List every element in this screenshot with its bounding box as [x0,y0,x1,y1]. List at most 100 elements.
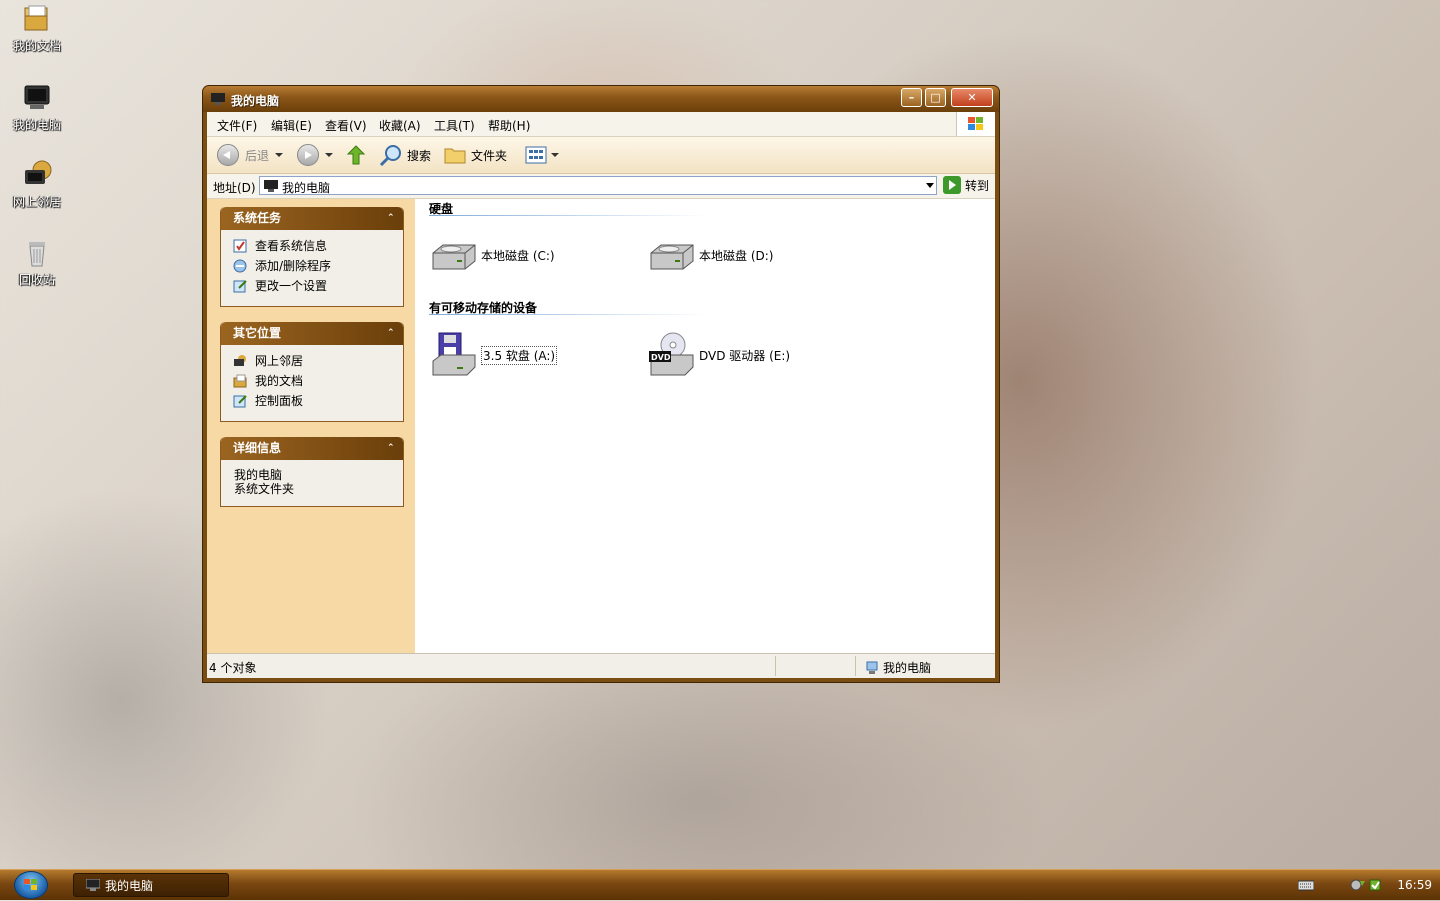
chevron-up-icon[interactable]: ⌃ [387,213,397,223]
group-divider [429,215,709,216]
drive-c[interactable]: 本地磁盘 (C:) [429,231,555,279]
details-type: 系统文件夹 [234,482,295,496]
place-link-network[interactable]: 网上邻居 [221,351,403,371]
go-label: 转到 [965,178,990,193]
desktop-icon-network[interactable]: 网上邻居 [6,160,68,210]
drive-label: DVD 驱动器 (E:) [699,348,791,363]
panel-title: 系统任务 [233,211,282,225]
menu-bar: 文件(F) 编辑(E) 查看(V) 收藏(A) 工具(T) 帮助(H) [207,112,995,137]
floppy-drive-icon [429,331,477,379]
go-arrow-icon [943,176,961,194]
task-link-label: 查看系统信息 [255,239,328,253]
system-tasks-panel: 系统任务 ⌃ 查看系统信息 添加/删除程序 更改一个设置 [220,207,404,307]
status-object-count: 4 个对象 [209,661,257,675]
drive-a[interactable]: 3.5 软盘 (A:) [429,331,558,379]
views-button[interactable] [525,143,559,167]
address-value: 我的电脑 [282,181,331,195]
content-area: 硬盘 本地磁盘 (C:) 本地磁盘 (D:) 有可移动存储的设备 3.5 软盘 … [415,199,995,654]
desktop-icon-label: 我的电脑 [12,118,61,132]
back-button[interactable]: 后退 [217,143,284,167]
desktop-icon-label: 我的文档 [12,39,61,53]
details-panel: 详细信息 ⌃ 我的电脑 系统文件夹 [220,437,404,507]
my-computer-icon [211,93,225,105]
my-computer-small-icon [866,661,878,674]
address-input[interactable]: 我的电脑 [259,176,937,195]
panel-header[interactable]: 其它位置 ⌃ [221,322,403,345]
menu-tools[interactable]: 工具(T) [434,117,475,134]
folder-icon [444,148,466,164]
system-info-icon [233,239,247,253]
task-link-add-remove[interactable]: 添加/删除程序 [221,256,403,276]
place-link-documents[interactable]: 我的文档 [221,371,403,391]
search-button[interactable]: 搜索 [379,143,431,167]
task-link-change-setting[interactable]: 更改一个设置 [221,276,403,296]
my-computer-icon [86,879,100,891]
place-link-label: 我的文档 [255,374,304,388]
close-button[interactable]: ✕ [951,88,993,107]
control-panel-icon [233,279,247,293]
taskbar: 我的电脑 16:59 [0,869,1440,900]
status-location: 我的电脑 [865,659,931,676]
taskbar-button-my-computer[interactable]: 我的电脑 [73,873,229,897]
drive-label: 本地磁盘 (D:) [699,248,774,263]
other-places-panel: 其它位置 ⌃ 网上邻居 我的文档 控制面板 [220,322,404,422]
folders-button[interactable]: 文件夹 [443,143,507,167]
svg-text:DVD: DVD [651,353,671,362]
panel-header[interactable]: 详细信息 ⌃ [221,437,403,460]
safely-remove-icon[interactable] [1368,877,1382,893]
task-link-label: 添加/删除程序 [255,259,332,273]
menu-file[interactable]: 文件(F) [217,117,257,134]
windows-logo-icon [956,112,995,136]
desktop-icon-recycle-bin[interactable]: 回收站 [6,238,68,288]
clock[interactable]: 16:59 [1397,878,1432,892]
place-link-label: 网上邻居 [255,354,304,368]
desktop-icon-label: 回收站 [18,273,55,287]
network-places-icon [233,354,247,368]
control-panel-icon [233,394,247,408]
forward-arrow-icon [297,144,319,166]
my-computer-icon [22,83,52,113]
hard-disk-icon [429,231,477,279]
menu-edit[interactable]: 编辑(E) [271,117,312,134]
drive-label: 本地磁盘 (C:) [481,248,555,263]
chevron-up-icon[interactable]: ⌃ [387,443,397,453]
drive-d[interactable]: 本地磁盘 (D:) [647,231,773,279]
folders-label: 文件夹 [471,148,508,163]
task-link-system-info[interactable]: 查看系统信息 [221,236,403,256]
up-arrow-icon [346,145,366,165]
panel-header[interactable]: 系统任务 ⌃ [221,207,403,230]
menu-view[interactable]: 查看(V) [325,117,367,134]
place-link-label: 控制面板 [255,394,304,408]
title-bar[interactable]: 我的电脑 – □ ✕ [203,86,999,112]
search-label: 搜索 [407,148,432,163]
address-dropdown-icon[interactable] [926,183,934,188]
chevron-down-icon [275,153,284,157]
menu-favorites[interactable]: 收藏(A) [379,117,421,134]
task-pane: 系统任务 ⌃ 查看系统信息 添加/删除程序 更改一个设置 其它位置 ⌃ 网上邻居… [207,199,415,654]
menu-help[interactable]: 帮助(H) [488,117,530,134]
place-link-control-panel[interactable]: 控制面板 [221,391,403,411]
up-folder-button[interactable] [345,143,367,167]
chevron-up-icon[interactable]: ⌃ [387,328,397,338]
chevron-down-icon [551,153,559,157]
network-status-icon[interactable] [1350,877,1366,893]
start-button[interactable] [14,871,48,899]
my-documents-icon [233,374,247,388]
go-button[interactable]: 转到 [943,176,989,194]
window-title: 我的电脑 [231,94,280,108]
desktop-icon-my-documents[interactable]: 我的文档 [6,4,68,54]
drive-label: 3.5 软盘 (A:) [481,345,558,365]
chevron-down-icon [325,153,333,157]
desktop-icon-my-computer[interactable]: 我的电脑 [6,83,68,133]
back-label: 后退 [245,148,270,163]
views-icon [525,146,547,164]
maximize-button[interactable]: □ [925,88,946,107]
status-divider [855,656,856,676]
keyboard-icon[interactable] [1298,879,1314,891]
drive-e[interactable]: DVD DVD 驱动器 (E:) [647,331,790,379]
system-tray: 16:59 [1280,870,1440,900]
minimize-button[interactable]: – [901,88,922,107]
forward-button[interactable] [297,143,333,167]
dvd-drive-icon: DVD [647,331,695,379]
back-arrow-icon [217,144,239,166]
